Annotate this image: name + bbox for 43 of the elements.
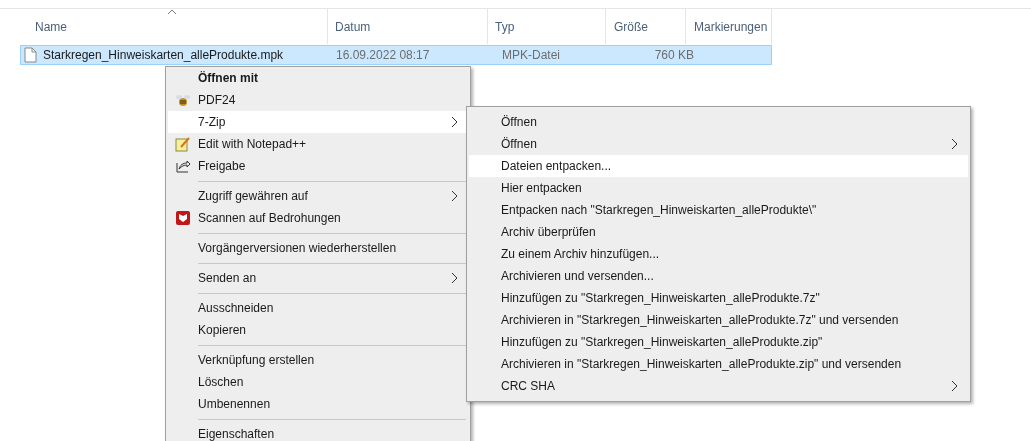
menu-item[interactable]: Löschen (168, 371, 468, 393)
file-type: MPK-Datei (501, 48, 561, 62)
menu-item[interactable]: Hinzufügen zu "Starkregen_Hinweiskarten_alleProdukte.7z" (469, 287, 968, 309)
menu-item[interactable]: Öffnen mit (168, 67, 468, 89)
menu-item[interactable]: 7-Zip (168, 111, 468, 133)
menu-item[interactable]: Senden an (168, 267, 468, 289)
file-row[interactable]: Starkregen_Hinweiskarten_alleProdukte.mpk 16.09.2022 08:17 MPK-Datei 760 KB (20, 45, 772, 65)
column-header[interactable]: Typ (495, 19, 515, 34)
file-date: 16.09.2022 08:17 (336, 48, 431, 62)
menu-item[interactable]: CRC SHA (469, 375, 968, 397)
bee-icon (175, 93, 191, 107)
menu-item[interactable]: Dateien entpacken... (469, 155, 968, 177)
column-header[interactable]: Datum (335, 19, 371, 34)
menu-item[interactable]: Freigabe (168, 155, 468, 177)
share-icon (175, 158, 191, 174)
file-name: Starkregen_Hinweiskarten_alleProdukte.mpk (43, 48, 285, 62)
menu-item[interactable]: Entpacken nach "Starkregen_Hinweiskarten_alleProdukte\" (469, 199, 968, 221)
column-header[interactable]: Name (35, 19, 67, 34)
menu-item[interactable]: Öffnen (469, 111, 968, 133)
menu-item[interactable]: Archivieren in "Starkregen_Hinweiskarten_alleProdukte.7z" und versenden (469, 309, 968, 331)
menu-item[interactable]: Scannen auf Bedrohungen (168, 207, 468, 229)
menu-item[interactable]: Hinzufügen zu "Starkregen_Hinweiskarten_alleProdukte.zip" (469, 331, 968, 353)
menu-item[interactable]: Verknüpfung erstellen (168, 349, 468, 371)
menu-item[interactable]: Ausschneiden (168, 297, 468, 319)
menu-item[interactable]: PDF24 (168, 89, 468, 111)
column-header[interactable]: Markierungen (694, 19, 768, 34)
notepad-icon (175, 136, 191, 152)
shield-icon (175, 210, 191, 226)
file-icon (24, 47, 37, 63)
column-header[interactable]: Größe (614, 19, 648, 34)
menu-item[interactable]: Zugriff gewähren auf (168, 185, 468, 207)
menu-item[interactable]: Archiv überprüfen (469, 221, 968, 243)
menu-item[interactable]: Edit with Notepad++ (168, 133, 468, 155)
file-size: 760 KB (653, 48, 694, 62)
menu-item[interactable]: Zu einem Archiv hinzufügen... (469, 243, 968, 265)
menu-item[interactable]: Archivieren und versenden... (469, 265, 968, 287)
menu-item[interactable]: Umbenennen (168, 393, 468, 415)
menu-item[interactable]: Eigenschaften (168, 423, 468, 441)
menu-item[interactable]: Kopieren (168, 319, 468, 341)
menu-item[interactable]: Hier entpacken (469, 177, 968, 199)
menu-item[interactable]: Vorgängerversionen wiederherstellen (168, 237, 468, 259)
menu-item[interactable]: Öffnen (469, 133, 968, 155)
menu-item[interactable]: Archivieren in "Starkregen_Hinweiskarten_alleProdukte.zip" und versenden (469, 353, 968, 375)
